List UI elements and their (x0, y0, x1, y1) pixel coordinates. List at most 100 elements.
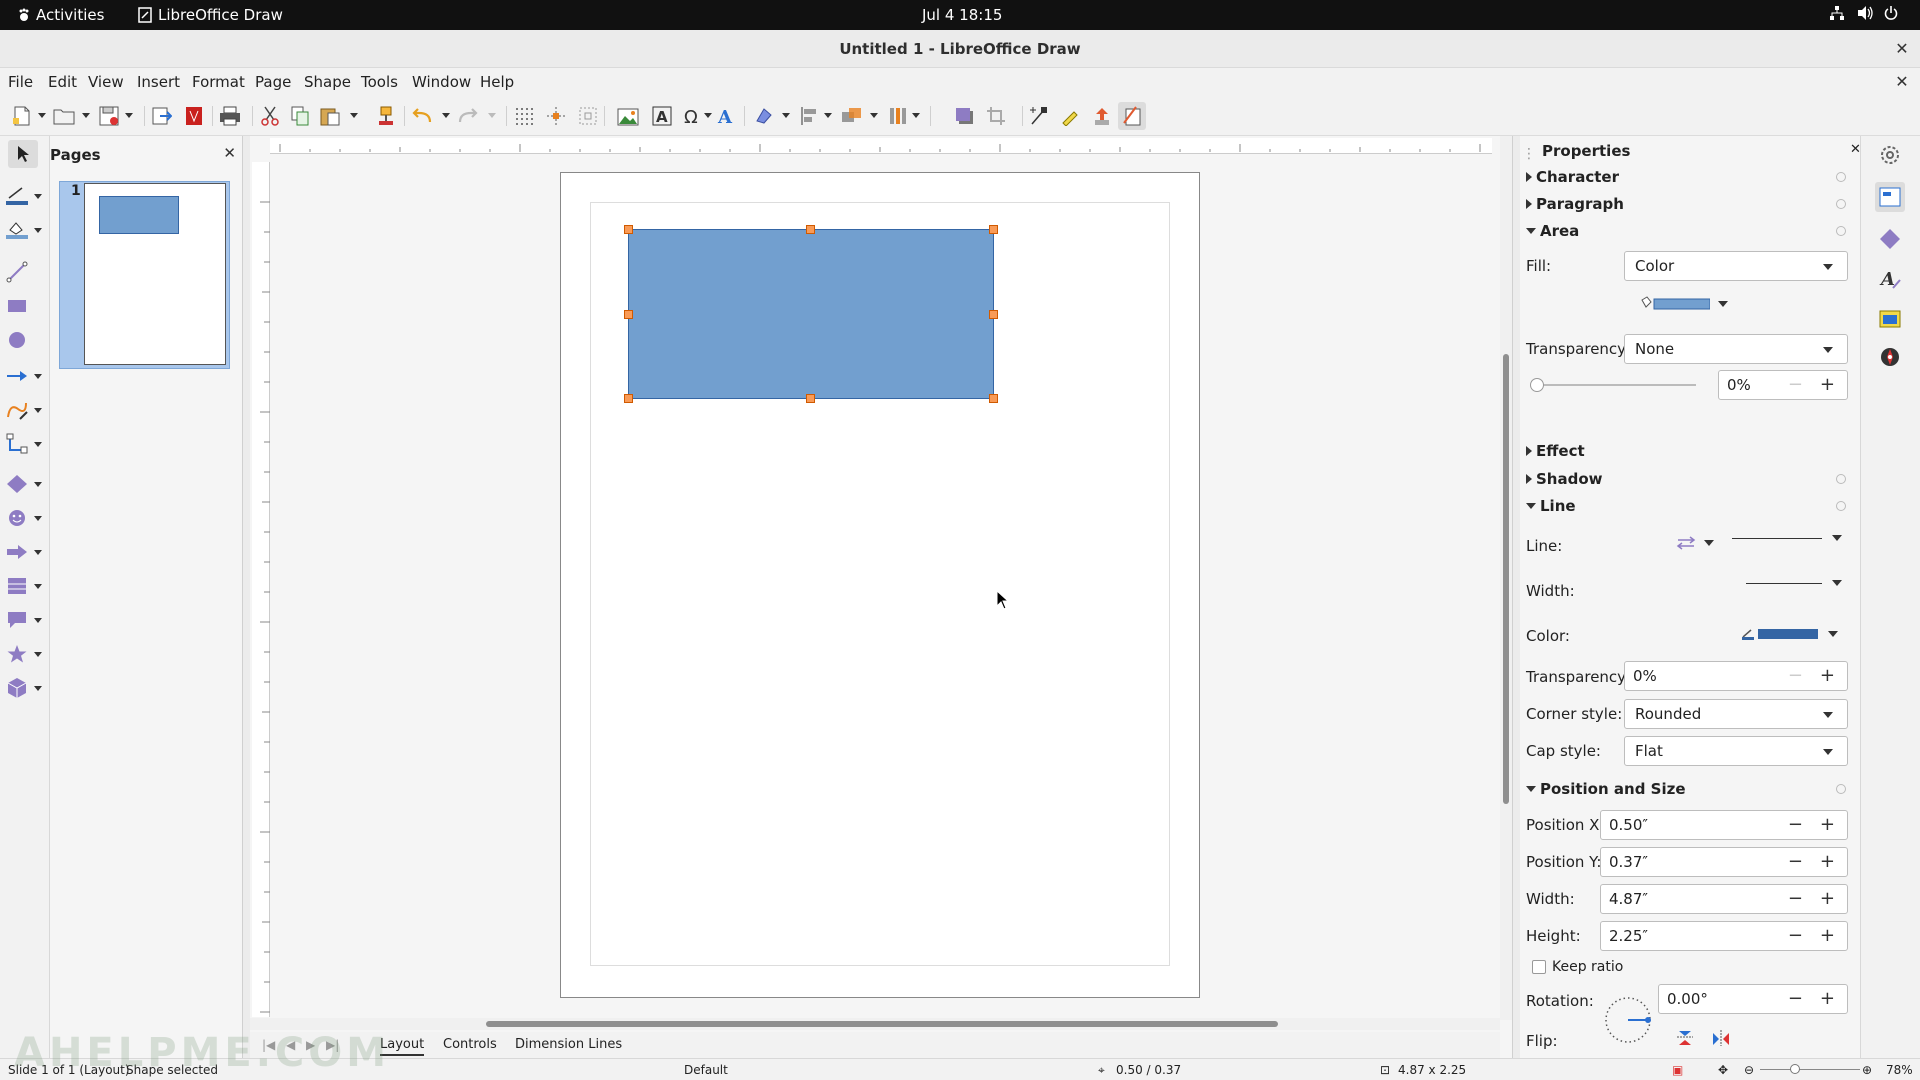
rectangle-tool-icon[interactable] (6, 292, 42, 320)
transformations-dropdown-icon[interactable] (782, 113, 790, 118)
open-folder-icon[interactable] (50, 102, 78, 130)
resize-handle-bottom-left[interactable] (624, 394, 633, 403)
glue-points-icon[interactable] (1056, 102, 1084, 130)
horizontal-scroll-thumb[interactable] (486, 1021, 1278, 1027)
redo-dropdown-icon[interactable] (488, 113, 496, 118)
zoom-out-icon[interactable]: ⊖ (1744, 1063, 1754, 1077)
symbol-shapes-icon[interactable] (6, 504, 42, 532)
snap-guides-icon[interactable] (574, 102, 602, 130)
decrement-button[interactable]: − (1788, 374, 1803, 395)
shadow-icon[interactable] (950, 102, 978, 130)
flip-horizontal-icon[interactable] (1712, 1030, 1730, 1050)
resize-handle-bottom-right[interactable] (989, 394, 998, 403)
pages-pane-close-button[interactable]: ✕ (223, 144, 236, 162)
status-page-style[interactable]: Default (684, 1063, 728, 1077)
callouts-icon[interactable] (6, 606, 42, 634)
section-paragraph[interactable]: Paragraph (1526, 195, 1624, 213)
menu-window[interactable]: Window (412, 73, 471, 91)
cap-style-dropdown[interactable]: Flat (1624, 736, 1848, 766)
corner-style-dropdown[interactable]: Rounded (1624, 699, 1848, 729)
area-more-options-icon[interactable] (1836, 226, 1846, 236)
resize-handle-top-left[interactable] (624, 225, 633, 234)
menu-insert[interactable]: Insert (137, 73, 180, 91)
insert-image-icon[interactable] (614, 102, 642, 130)
open-dropdown-icon[interactable] (82, 113, 90, 118)
menu-page[interactable]: Page (255, 73, 291, 91)
resize-handle-top-right[interactable] (989, 225, 998, 234)
keep-ratio-checkbox[interactable]: Keep ratio (1532, 959, 1623, 975)
selected-rectangle-shape[interactable] (628, 229, 994, 399)
zoom-level[interactable]: 78% (1886, 1063, 1913, 1077)
print-icon[interactable] (216, 102, 244, 130)
document-close-button[interactable]: ✕ (1892, 72, 1912, 92)
helplines-icon[interactable] (542, 102, 570, 130)
resize-handle-bottom[interactable] (806, 394, 815, 403)
slider-thumb[interactable] (1530, 378, 1544, 392)
toggle-extrusion-icon[interactable] (1088, 102, 1116, 130)
save-dropdown-icon[interactable] (125, 113, 133, 118)
export-pdf-icon[interactable] (180, 102, 208, 130)
section-area[interactable]: Area (1526, 222, 1579, 240)
position-y-field[interactable]: 0.37″ − + (1600, 847, 1848, 877)
menu-file[interactable]: File (8, 73, 33, 91)
distribute-dropdown-icon[interactable] (912, 113, 920, 118)
shadow-more-options-icon[interactable] (1836, 474, 1846, 484)
3d-objects-icon[interactable] (6, 674, 42, 702)
section-effect[interactable]: Effect (1526, 442, 1585, 460)
section-shadow[interactable]: Shadow (1526, 470, 1603, 488)
sidebar-settings-gear-icon[interactable] (1875, 140, 1905, 170)
decrement-button[interactable]: − (1788, 888, 1803, 909)
app-menu-button[interactable]: LibreOffice Draw (138, 6, 283, 24)
fill-color-picker[interactable] (1640, 296, 1728, 312)
decrement-button[interactable]: − (1788, 665, 1803, 686)
sidebar-splitter[interactable] (1512, 136, 1520, 1058)
line-transparency-field[interactable]: 0% − + (1624, 661, 1848, 691)
line-style-dropdown[interactable] (1732, 535, 1842, 541)
grid-icon[interactable] (510, 102, 538, 130)
flowchart-icon[interactable] (6, 572, 42, 600)
curves-icon[interactable] (6, 396, 42, 424)
new-document-icon[interactable] (8, 102, 36, 130)
redo-icon[interactable] (454, 102, 482, 130)
decrement-button[interactable]: − (1788, 814, 1803, 835)
cut-icon[interactable] (256, 102, 284, 130)
zoom-in-icon[interactable]: ⊕ (1862, 1063, 1872, 1077)
undo-dropdown-icon[interactable] (442, 113, 450, 118)
special-character-icon[interactable]: Ω (678, 102, 706, 130)
character-more-options-icon[interactable] (1836, 172, 1846, 182)
tab-controls[interactable]: Controls (443, 1037, 497, 1052)
increment-button[interactable]: + (1820, 851, 1835, 872)
basic-shapes-icon[interactable] (6, 470, 42, 498)
properties-deck-icon[interactable] (1875, 182, 1905, 212)
section-character[interactable]: Character (1526, 168, 1619, 186)
show-draw-functions-icon[interactable] (1118, 102, 1146, 130)
increment-button[interactable]: + (1820, 374, 1835, 395)
block-arrows-icon[interactable] (6, 538, 42, 566)
activities-button[interactable]: Activities (18, 6, 104, 24)
menu-help[interactable]: Help (480, 73, 514, 91)
points-icon[interactable] (1024, 102, 1052, 130)
area-transparency-dropdown[interactable]: None (1624, 334, 1848, 364)
undo-icon[interactable] (408, 102, 436, 130)
resize-handle-left[interactable] (624, 310, 633, 319)
menu-shape[interactable]: Shape (304, 73, 351, 91)
height-field[interactable]: 2.25″ − + (1600, 921, 1848, 951)
line-tool-icon[interactable] (6, 258, 42, 286)
line-width-dropdown[interactable] (1746, 580, 1842, 586)
resize-handle-top[interactable] (806, 225, 815, 234)
paste-icon[interactable] (316, 102, 344, 130)
flip-vertical-icon[interactable] (1676, 1030, 1694, 1050)
area-transparency-percent-field[interactable]: 0% − + (1718, 370, 1848, 400)
menu-tools[interactable]: Tools (361, 73, 398, 91)
decrement-button[interactable]: − (1788, 988, 1803, 1009)
vertical-scrollbar[interactable] (1500, 136, 1512, 1020)
ellipse-tool-icon[interactable] (6, 326, 42, 354)
window-close-button[interactable]: ✕ (1892, 39, 1912, 59)
transformations-icon[interactable] (750, 102, 778, 130)
document-modified-icon[interactable]: ▣ (1672, 1063, 1683, 1077)
decrement-button[interactable]: − (1788, 925, 1803, 946)
align-dropdown-icon[interactable] (824, 113, 832, 118)
select-tool-icon[interactable] (8, 140, 38, 168)
line-color-picker[interactable] (1742, 627, 1838, 641)
vertical-scroll-thumb[interactable] (1503, 354, 1509, 804)
